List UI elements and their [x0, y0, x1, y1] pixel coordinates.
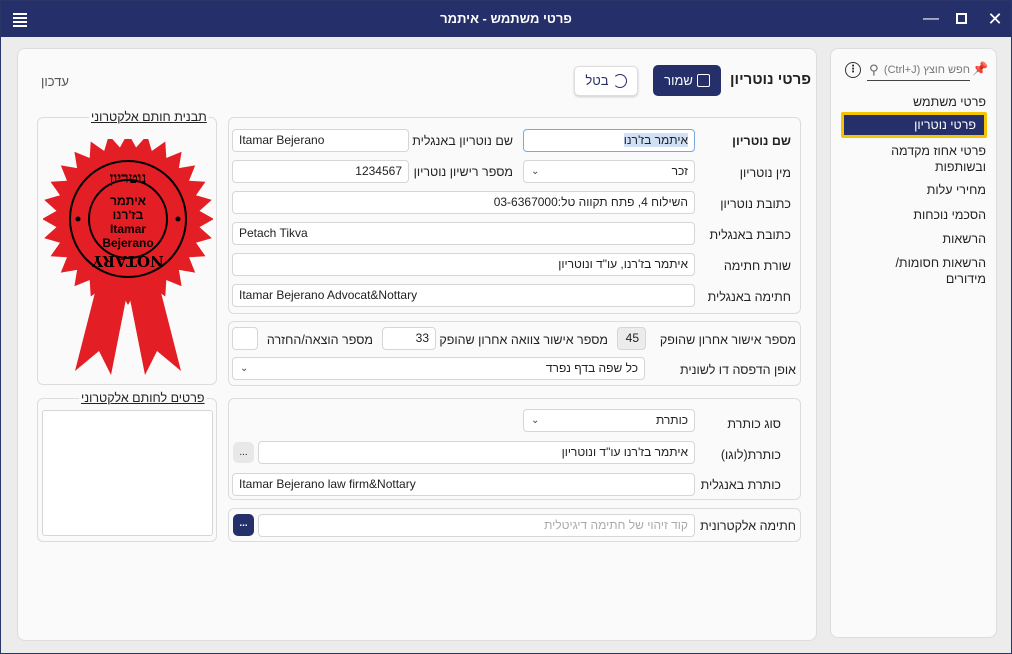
- search-icon: ⚲: [869, 62, 879, 77]
- name-label: שם נוטריון: [732, 134, 791, 148]
- bilingual-print-label: אופן הדפסה דו לשונית: [679, 363, 796, 377]
- stamp-details-textarea[interactable]: [42, 410, 213, 536]
- chevron-down-icon: ⌄: [531, 415, 540, 426]
- svg-text:Itamar: Itamar: [110, 222, 146, 236]
- license-input[interactable]: 1234567: [232, 160, 409, 183]
- signature-line-label: שורת חתימה: [723, 259, 791, 273]
- sidebar-item-cost-prices[interactable]: מחירי עלות: [836, 183, 986, 197]
- close-button[interactable]: ✕: [981, 7, 1009, 31]
- heading-logo-browse-button[interactable]: ...: [233, 442, 254, 463]
- undo-icon: [612, 74, 627, 88]
- sidebar-item-notary-details[interactable]: פרטי נוטריון: [841, 112, 987, 138]
- search-input[interactable]: חפש חוצץ (Ctrl+J): [867, 61, 970, 81]
- gender-label: מין נוטריון: [739, 166, 791, 180]
- signature-line-input[interactable]: איתמר בז'רנו, עו"ד ונוטריון: [232, 253, 695, 276]
- gender-select[interactable]: זכר ⌄: [523, 160, 695, 183]
- heading-en-input[interactable]: Itamar Bejerano law firm&Nottary: [232, 473, 695, 496]
- signature-en-label: חתימה באנגלית: [707, 290, 791, 304]
- page-title: פרטי נוטריון: [730, 71, 811, 88]
- sidebar-item-user-details[interactable]: פרטי משתמש: [836, 95, 986, 109]
- last-approval-value: 45: [617, 327, 646, 350]
- sidebar-item-permissions[interactable]: הרשאות: [836, 232, 986, 246]
- minimize-button[interactable]: —: [917, 7, 945, 31]
- name-en-input[interactable]: Itamar Bejerano: [232, 129, 409, 152]
- address-en-input[interactable]: Petach Tikva: [232, 222, 695, 245]
- license-label: מספר רישיון נוטריון: [413, 165, 513, 179]
- bilingual-print-select[interactable]: כל שפה בדף נפרד ⌄: [232, 357, 645, 380]
- will-approval-input[interactable]: 33: [382, 327, 436, 350]
- return-number-input[interactable]: [232, 327, 258, 350]
- esignature-label: חתימה אלקטרונית: [700, 519, 796, 533]
- maximize-button[interactable]: [947, 7, 975, 31]
- address-label: כתובת נוטריון: [720, 197, 791, 211]
- stamp-template-legend: תבנית חותם אלקטרוני: [89, 110, 209, 124]
- update-label: עדכון: [41, 74, 69, 89]
- window: פרטי משתמש - איתמר — ✕ 📌 חפש חוצץ (Ctrl+…: [0, 0, 1012, 654]
- save-button[interactable]: שמור: [653, 65, 721, 96]
- address-input[interactable]: השילוח 4, פתח תקווה טל:03-6367000: [232, 191, 695, 214]
- address-en-label: כתובת באנגלית: [709, 228, 791, 242]
- heading-en-label: כותרת באנגלית: [700, 478, 781, 492]
- cancel-button[interactable]: בטל: [574, 66, 638, 96]
- sidebar-item-advance-percent[interactable]: פרטי אחוז מקדמה ובשותפות: [856, 143, 986, 175]
- return-number-label: מספר הוצאה/החזרה: [266, 333, 373, 347]
- svg-text:בז'רנו: בז'רנו: [113, 208, 144, 222]
- heading-logo-input[interactable]: איתמר בז'רנו עו"ד ונוטריון: [258, 441, 695, 464]
- last-approval-label: מספר אישור אחרון שהופק: [659, 333, 796, 347]
- will-approval-label: מספר אישור צוואה אחרון שהופק: [439, 333, 608, 347]
- svg-text:Bejerano: Bejerano: [102, 236, 153, 250]
- chevron-down-icon: ⌄: [240, 363, 249, 374]
- svg-text:NOTARY: NOTARY: [92, 252, 164, 270]
- heading-type-label: סוג כותרת: [727, 417, 781, 431]
- window-title: פרטי משתמש - איתמר: [440, 11, 572, 26]
- chevron-down-icon: ⌄: [531, 166, 540, 177]
- esignature-input[interactable]: קוד זיהוי של חתימה דיגיטלית: [258, 514, 695, 537]
- name-input[interactable]: איתמר בז'רנו: [523, 129, 695, 152]
- notary-stamp-image: נוטריון NOTARY איתמר בז'רנו Itamar Bejer…: [42, 133, 214, 375]
- search-placeholder: חפש חוצץ (Ctrl+J): [883, 64, 970, 76]
- sidebar-item-blocked-permissions[interactable]: הרשאות חסומות/ מידורים: [866, 255, 986, 287]
- info-icon[interactable]: ⋮: [845, 62, 861, 78]
- save-icon: [696, 74, 710, 87]
- title-bar: פרטי משתמש - איתמר — ✕: [1, 1, 1011, 37]
- pin-icon[interactable]: 📌: [972, 61, 988, 77]
- sidebar: 📌 חפש חוצץ (Ctrl+J) ⚲ ⋮ פרטי משתמש פרטי …: [830, 48, 997, 638]
- name-en-label: שם נוטריון באנגלית: [412, 134, 513, 148]
- stamp-details-legend: פרטים לחותם אלקטרוני: [79, 391, 207, 405]
- heading-type-select[interactable]: כותרת ⌄: [523, 409, 695, 432]
- sidebar-item-label: פרטי נוטריון: [914, 118, 976, 132]
- esignature-browse-button[interactable]: ...: [233, 514, 254, 536]
- svg-text:נוטריון: נוטריון: [110, 169, 147, 187]
- sidebar-item-attendance[interactable]: הסכמי נוכחות: [836, 208, 986, 222]
- heading-logo-label: כותרת(לוגו): [720, 448, 781, 462]
- svg-text:איתמר: איתמר: [110, 194, 146, 208]
- signature-en-input[interactable]: Itamar Bejerano Advocat&Nottary: [232, 284, 695, 307]
